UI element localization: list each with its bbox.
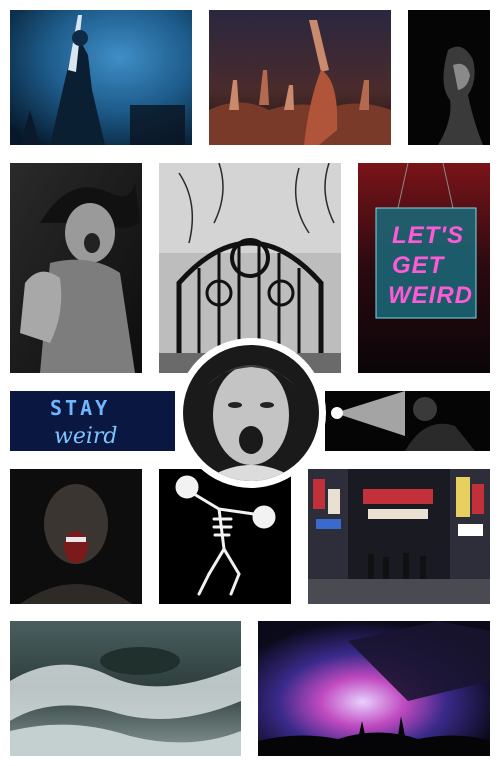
screaming-painted-man-photo[interactable]	[10, 469, 142, 604]
profile-side-portrait-photo[interactable]	[408, 10, 490, 145]
neon-text-weird: WEIRD	[388, 282, 473, 309]
neon-city-street-photo[interactable]	[308, 469, 490, 604]
dancing-skeleton-photo[interactable]	[159, 469, 291, 604]
crashing-waves-photo[interactable]	[10, 621, 241, 756]
neon-text-lets: LET'S	[392, 222, 464, 249]
screaming-man-bw-photo[interactable]	[10, 163, 142, 373]
singer-spotlight-photo[interactable]	[325, 391, 490, 451]
screaming-woman-portrait-circle[interactable]	[176, 338, 326, 488]
neon-text-stay: STAY	[50, 396, 110, 420]
neon-text-weird-script: weird	[54, 424, 118, 449]
stay-weird-neon-photo[interactable]: STAY weird	[10, 391, 175, 451]
lets-get-weird-neon-photo[interactable]: LET'S GET WEIRD	[358, 163, 490, 373]
neon-text-get: GET	[392, 252, 446, 279]
festival-lights-crowd-photo[interactable]	[258, 621, 490, 756]
guitarist-blue-stage-photo[interactable]	[10, 10, 192, 145]
concert-crowd-hands-photo[interactable]	[209, 10, 391, 145]
